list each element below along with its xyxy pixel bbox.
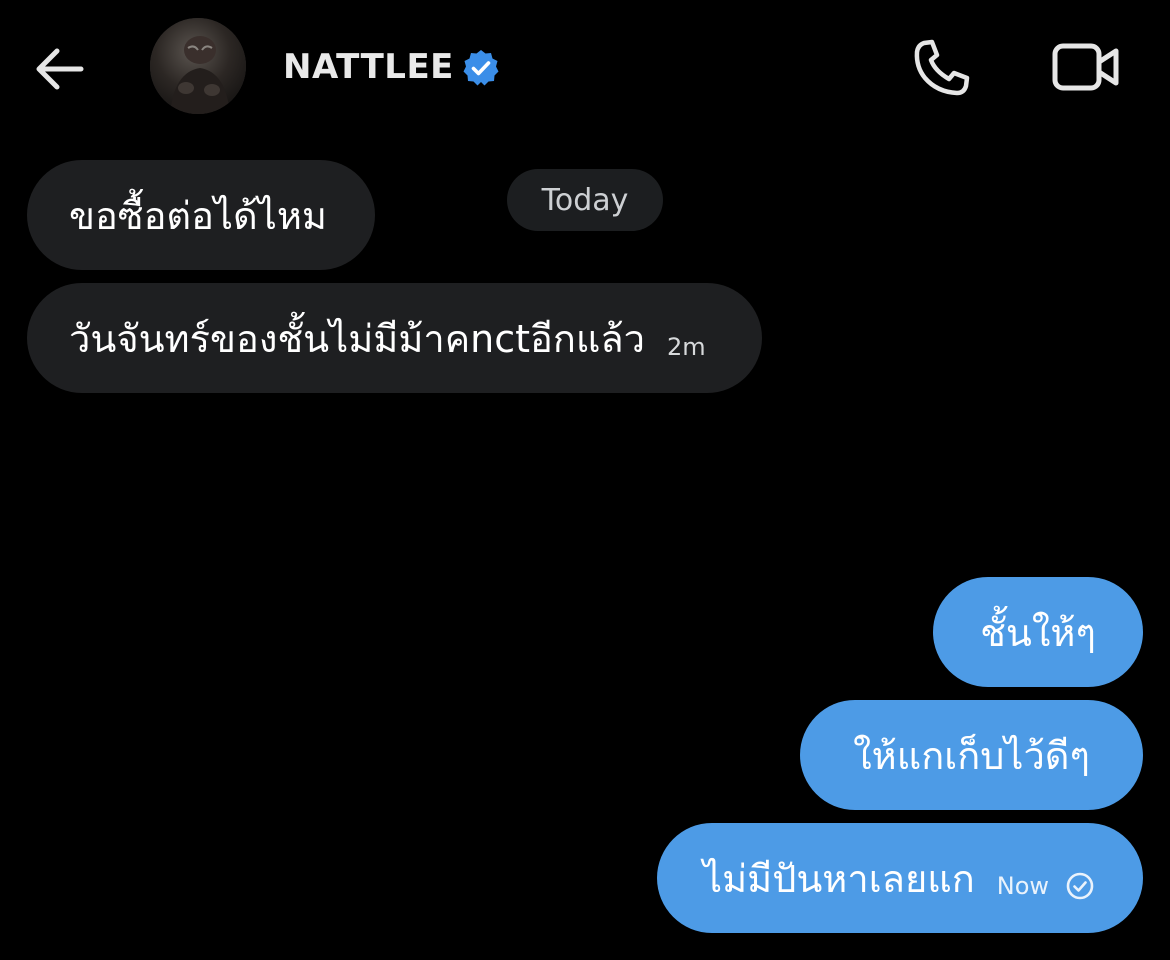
outgoing-message-bubble[interactable]: ให้แกเก็บไว้ดีๆ (800, 700, 1143, 810)
video-call-button[interactable] (1050, 38, 1124, 98)
message-text: ชั้นให้ๆ (980, 610, 1096, 655)
message-timestamp: Now (996, 872, 1049, 900)
date-separator: Today (507, 169, 663, 231)
verified-badge-icon (463, 50, 499, 86)
avatar[interactable] (150, 18, 246, 114)
arrow-left-icon (36, 48, 84, 90)
outgoing-message-bubble[interactable]: ชั้นให้ๆ (933, 577, 1143, 687)
video-camera-icon (1052, 43, 1119, 91)
call-button[interactable] (910, 36, 974, 100)
back-button[interactable] (28, 38, 90, 100)
message-text: ไม่มีปันหาเลยแก (703, 856, 975, 901)
sent-check-circle-icon (1066, 872, 1094, 900)
incoming-message-bubble[interactable]: ขอซื้อต่อได้ไหม (27, 160, 375, 270)
contact-name[interactable]: NATTLEE (283, 44, 454, 90)
chat-header: NATTLEE (0, 0, 1170, 135)
outgoing-message-bubble[interactable]: ไม่มีปันหาเลยแก Now (657, 823, 1143, 933)
message-text: วันจันทร์ของชั้นไม่มีม้าคnctอีกแล้ว (69, 316, 645, 361)
incoming-message-bubble[interactable]: วันจันทร์ของชั้นไม่มีม้าคnctอีกแล้ว 2m (27, 283, 762, 393)
phone-icon (914, 39, 970, 96)
avatar-image (150, 18, 246, 114)
message-timestamp: 2m (666, 333, 706, 361)
chat-screen: NATTLEE Today ขอซื้อต่อได้ไหม วันจันทร์ข… (0, 0, 1170, 960)
message-text: ให้แกเก็บไว้ดีๆ (853, 733, 1090, 778)
message-text: ขอซื้อต่อได้ไหม (69, 193, 327, 238)
